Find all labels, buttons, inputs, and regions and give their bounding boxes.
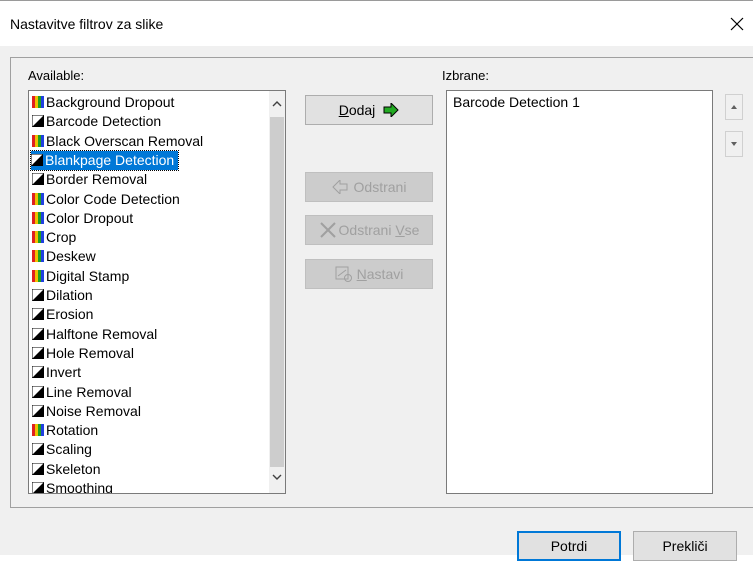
bw-icon	[31, 153, 43, 166]
bw-icon	[32, 385, 44, 398]
move-up-button[interactable]	[725, 94, 743, 120]
list-item[interactable]: Erosion	[32, 305, 93, 324]
color-bars-icon	[32, 96, 44, 108]
arrow-right-icon	[383, 103, 400, 117]
list-item-label: Crop	[46, 229, 77, 246]
cross-icon	[319, 222, 336, 238]
list-item[interactable]: Noise Removal	[32, 402, 141, 421]
configure-button-label: Nastavi	[356, 266, 404, 282]
list-item[interactable]: Rotation	[32, 421, 98, 440]
list-item-label: Line Removal	[46, 383, 132, 400]
move-down-button[interactable]	[725, 131, 743, 157]
list-item[interactable]: Scaling	[32, 440, 92, 459]
list-item[interactable]: Background Dropout	[32, 93, 174, 112]
window-title: Nastavitve filtrov za slike	[10, 16, 164, 32]
color-bars-icon	[32, 192, 44, 205]
list-item[interactable]: Dilation	[32, 286, 93, 305]
group-frame-top	[10, 57, 753, 58]
list-item-label: Deskew	[46, 248, 96, 265]
list-item-label: Digital Stamp	[46, 267, 130, 284]
dialog-body: Available: Smoothing Skeleton Scaling Rotat…	[0, 46, 753, 561]
bw-icon	[32, 462, 44, 475]
available-list[interactable]: Smoothing Skeleton Scaling Rotation Noise Re…	[28, 90, 286, 494]
selected-list[interactable]: Barcode Detection 1	[446, 90, 713, 494]
scroll-up-icon[interactable]	[272, 99, 282, 109]
color-bars-icon	[32, 250, 44, 263]
ok-button[interactable]: Potrdi	[517, 531, 621, 561]
list-item[interactable]: Black Overscan Removal	[32, 132, 203, 151]
list-item-label: Color Code Detection	[46, 190, 180, 207]
title-bar: Nastavitve filtrov za slike	[0, 0, 753, 46]
color-bars-icon	[32, 134, 44, 147]
list-item[interactable]: Digital Stamp	[32, 267, 129, 286]
bw-icon	[32, 173, 44, 186]
list-item[interactable]: Line Removal	[32, 383, 132, 402]
list-item-label: Scaling	[46, 441, 92, 458]
list-item[interactable]: Skeleton	[32, 460, 100, 479]
list-item-label: Invert	[46, 364, 82, 381]
list-item-label: Skeleton	[46, 460, 101, 477]
cancel-button[interactable]: Prekliči	[633, 531, 737, 561]
color-bars-icon	[32, 211, 44, 224]
list-item-label: Black Overscan Removal	[46, 132, 204, 149]
list-item-label: Dilation	[46, 287, 93, 303]
configure-button[interactable]: Nastavi	[305, 259, 433, 289]
close-icon[interactable]	[722, 9, 752, 39]
list-item-label: Erosion	[46, 306, 94, 323]
list-item[interactable]: Halftone Removal	[32, 325, 157, 344]
bw-icon	[32, 366, 44, 379]
list-item[interactable]: Crop	[32, 228, 76, 247]
list-item-label: Rotation	[46, 422, 99, 439]
bw-icon	[32, 443, 44, 456]
list-item-label: Hole Removal	[46, 344, 134, 361]
list-item[interactable]: Invert	[32, 363, 81, 382]
list-item[interactable]: Deskew	[32, 247, 96, 266]
list-item[interactable]: Color Code Detection	[32, 190, 180, 209]
selected-label: Izbrane:	[442, 68, 489, 83]
group-frame-bottom	[10, 507, 753, 508]
bw-icon	[32, 346, 44, 359]
list-item-label: Smoothing	[46, 480, 113, 494]
list-item-label: Color Dropout	[46, 209, 134, 226]
bw-icon	[32, 404, 44, 417]
group-frame-left	[10, 57, 11, 508]
list-item-label: Halftone Removal	[46, 325, 158, 342]
arrow-left-icon	[331, 180, 348, 194]
add-button[interactable]: Dodaj	[305, 95, 433, 125]
list-item[interactable]: Smoothing	[32, 479, 113, 494]
list-item[interactable]: Blankpage Detection	[29, 149, 180, 171]
bw-icon	[32, 289, 44, 301]
list-item[interactable]: Hole Removal	[32, 344, 134, 363]
available-scrollbar[interactable]	[269, 91, 285, 493]
available-label: Available:	[28, 68, 85, 83]
remove-all-button-label: Odstrani Vse	[338, 222, 420, 238]
list-item-label: Blankpage Detection	[45, 151, 175, 168]
list-item-label: Barcode Detection	[46, 113, 162, 130]
add-button-label: Dodaj	[338, 102, 376, 118]
remove-button-label: Odstrani	[353, 179, 407, 195]
bw-icon	[32, 115, 44, 128]
list-item-label: Border Removal	[46, 171, 148, 188]
list-item-label: Background Dropout	[46, 94, 175, 110]
triangle-down-icon	[731, 142, 737, 146]
color-bars-icon	[32, 269, 44, 282]
list-item[interactable]: Border Removal	[32, 170, 147, 189]
color-bars-icon	[32, 424, 44, 437]
bw-icon	[32, 308, 44, 321]
remove-all-button[interactable]: Odstrani Vse	[305, 215, 433, 245]
scroll-thumb[interactable]	[270, 117, 284, 467]
remove-button[interactable]: Odstrani	[305, 172, 433, 202]
triangle-up-icon	[731, 105, 737, 109]
settings-image-icon	[335, 266, 352, 282]
list-item-label: Noise Removal	[46, 402, 141, 419]
selected-item[interactable]: Barcode Detection 1	[453, 94, 580, 110]
color-bars-icon	[32, 231, 44, 244]
list-item[interactable]: Barcode Detection	[32, 112, 161, 131]
scroll-down-icon[interactable]	[272, 472, 282, 482]
bw-icon	[32, 482, 44, 493]
bw-icon	[32, 327, 44, 340]
list-item[interactable]: Color Dropout	[32, 209, 133, 228]
